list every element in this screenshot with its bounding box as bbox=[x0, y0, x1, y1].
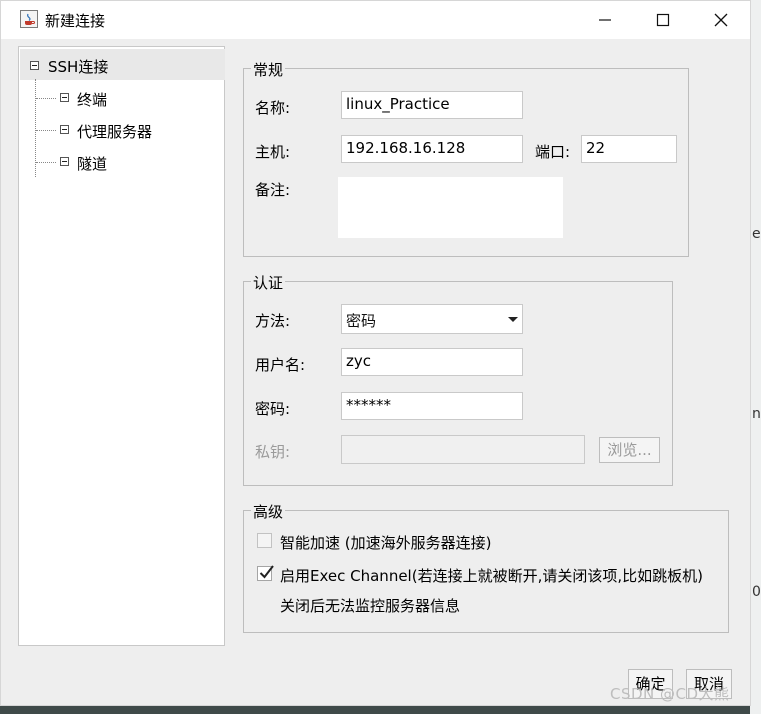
name-input[interactable]: linux_Practice bbox=[341, 91, 523, 119]
maximize-icon bbox=[656, 13, 670, 27]
tree-item-label: 隧道 bbox=[77, 155, 108, 173]
host-label: 主机: bbox=[255, 143, 291, 161]
tree-item-proxy[interactable]: 代理服务器 bbox=[19, 115, 224, 145]
smart-accel-label: 智能加速 (加速海外服务器连接) bbox=[280, 534, 492, 552]
checkmark-icon bbox=[259, 565, 274, 579]
tree-item-ssh[interactable]: SSH连接 bbox=[20, 49, 225, 80]
username-label: 用户名: bbox=[255, 356, 306, 374]
background-text: n bbox=[752, 406, 761, 422]
method-select[interactable]: 密码 bbox=[341, 304, 523, 334]
exec-channel-checkbox[interactable] bbox=[257, 565, 274, 581]
tree-item-terminal[interactable]: 终端 bbox=[19, 83, 224, 113]
exec-channel-note: 关闭后无法监控服务器信息 bbox=[280, 597, 461, 615]
note-textarea[interactable] bbox=[338, 177, 563, 238]
method-label: 方法: bbox=[255, 312, 291, 330]
password-label: 密码: bbox=[255, 400, 291, 418]
background-text: 0 bbox=[752, 584, 761, 600]
collapse-icon[interactable] bbox=[60, 125, 69, 134]
java-app-icon bbox=[20, 10, 38, 28]
smart-accel-checkbox[interactable] bbox=[257, 533, 272, 548]
new-connection-dialog: 新建连接 SSH连接 终端 代理服务器 隧道 常规 名称: linux_Prac… bbox=[0, 0, 751, 706]
maximize-button[interactable] bbox=[634, 1, 692, 39]
tree-item-tunnel[interactable]: 隧道 bbox=[19, 147, 224, 177]
group-title: 高级 bbox=[251, 501, 286, 522]
port-label: 端口: bbox=[535, 143, 571, 161]
window-title: 新建连接 bbox=[45, 12, 106, 30]
minimize-icon bbox=[599, 19, 611, 21]
name-label: 名称: bbox=[255, 99, 291, 117]
dropdown-arrow-icon bbox=[508, 317, 518, 322]
browse-button[interactable]: 浏览... bbox=[599, 437, 660, 463]
tree-item-label: 代理服务器 bbox=[77, 123, 153, 141]
tree-item-label: SSH连接 bbox=[48, 58, 109, 76]
background-text: e bbox=[752, 226, 761, 242]
collapse-icon[interactable] bbox=[30, 61, 39, 70]
method-value: 密码 bbox=[346, 312, 377, 330]
background-app: e n 0 bbox=[750, 0, 761, 714]
group-title: 常规 bbox=[251, 59, 286, 80]
collapse-icon[interactable] bbox=[60, 93, 69, 102]
minimize-button[interactable] bbox=[576, 1, 634, 39]
group-title: 认证 bbox=[251, 272, 286, 293]
password-input[interactable]: ****** bbox=[341, 392, 523, 420]
private-key-label: 私钥: bbox=[255, 443, 291, 461]
collapse-icon[interactable] bbox=[60, 157, 69, 166]
watermark: CSDN @CD大熊 bbox=[610, 685, 730, 703]
close-button[interactable] bbox=[692, 1, 750, 39]
note-label: 备注: bbox=[255, 181, 291, 199]
close-icon bbox=[714, 13, 728, 27]
username-input[interactable]: zyc bbox=[341, 348, 523, 376]
host-input[interactable]: 192.168.16.128 bbox=[341, 135, 523, 163]
exec-channel-label: 启用Exec Channel(若连接上就被断开,请关闭该项,比如跳板机) bbox=[280, 567, 703, 585]
tree-item-label: 终端 bbox=[77, 91, 108, 109]
title-bar: 新建连接 bbox=[1, 1, 750, 39]
settings-tree: SSH连接 终端 代理服务器 隧道 bbox=[18, 46, 225, 646]
port-input[interactable]: 22 bbox=[581, 135, 677, 163]
private-key-input bbox=[341, 435, 585, 464]
